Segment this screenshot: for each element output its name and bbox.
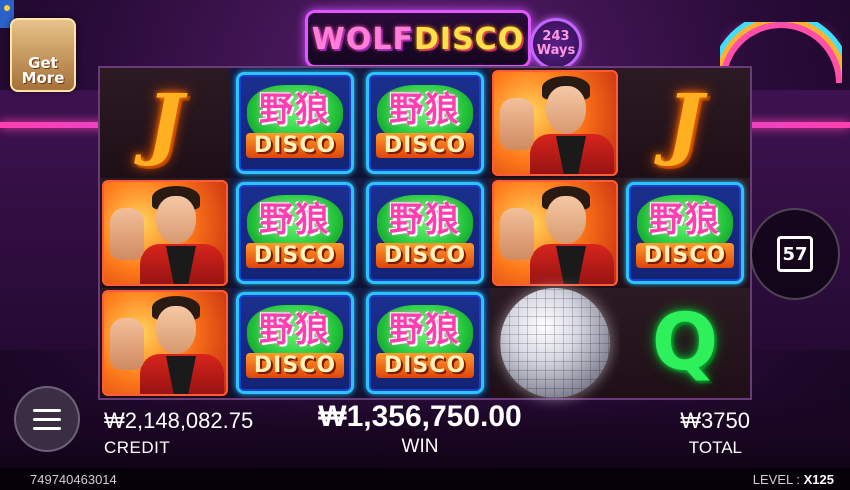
reel-cell: 野狼 DISCO	[360, 68, 490, 178]
reel-cell	[490, 178, 620, 288]
reel-cell: 野狼 DISCO	[360, 288, 490, 398]
symbol-j: J	[146, 77, 184, 169]
reel-cell: 野狼 DISCO	[230, 288, 360, 398]
man-hand-shape	[500, 98, 534, 150]
total-bet-value[interactable]: ₩3750	[660, 408, 750, 434]
symbol-wild-disco: 野狼 DISCO	[366, 292, 484, 394]
logo-wolf: WOLF	[311, 21, 414, 57]
reel-cell	[100, 178, 230, 288]
total-bet-label: TOTAL	[688, 438, 742, 457]
ways-badge: 243 Ways	[530, 18, 582, 70]
symbol-disco-ball	[500, 288, 610, 398]
symbol-singer	[492, 180, 618, 286]
wild-disco-text: DISCO	[245, 243, 345, 268]
ways-number: 243	[542, 29, 570, 44]
menu-line-icon	[33, 426, 61, 430]
wild-disco-text: DISCO	[375, 133, 475, 158]
level-value: X125	[803, 472, 834, 487]
reel-cell: 野狼 DISCO	[230, 178, 360, 288]
man-hand-shape	[110, 208, 144, 260]
symbol-wild-disco: 野狼 DISCO	[626, 182, 744, 284]
wild-chinese-text: 野狼	[389, 310, 461, 350]
symbol-wild-disco: 野狼 DISCO	[366, 72, 484, 174]
menu-button[interactable]	[14, 386, 80, 452]
level-indicator: LEVEL : X125	[753, 472, 834, 487]
symbol-wild-disco: 野狼 DISCO	[236, 72, 354, 174]
logo-text: WOLFDISCO	[312, 22, 524, 57]
round-id: 749740463014	[30, 472, 117, 487]
symbol-wild-disco: 野狼 DISCO	[236, 292, 354, 394]
game-logo: WOLFDISCO	[305, 10, 531, 68]
symbol-singer	[102, 290, 228, 396]
reel-cell	[490, 68, 620, 178]
logo-disco: DISCO	[414, 21, 525, 57]
symbol-singer	[492, 70, 618, 176]
reel-cell: 野狼 DISCO	[620, 178, 750, 288]
level-label: LEVEL :	[752, 472, 800, 487]
reel-grid: J 野狼 DISCO 野狼 DISCO J 野狼 DISCO 野狼 DISCO 野狼 DISCO 野狼 D…	[98, 66, 752, 400]
man-head-shape	[156, 306, 196, 354]
man-head-shape	[156, 196, 196, 244]
get-more-button[interactable]: Get More	[10, 18, 76, 92]
wild-chinese-text: 野狼	[259, 310, 331, 350]
man-hand-shape	[110, 318, 144, 370]
reel-cell: J	[100, 68, 230, 178]
background-left-wall	[0, 90, 112, 350]
counter-value: 57	[777, 236, 813, 272]
symbol-singer	[102, 180, 228, 286]
get-more-label: Get More	[22, 56, 65, 90]
wild-chinese-text: 野狼	[259, 90, 331, 130]
reel-cell: 野狼 DISCO	[230, 68, 360, 178]
reel-cell: 野狼 DISCO	[360, 178, 490, 288]
wild-disco-text: DISCO	[635, 243, 735, 268]
wild-chinese-text: 野狼	[259, 200, 331, 240]
wild-chinese-text: 野狼	[649, 200, 721, 240]
wild-chinese-text: 野狼	[389, 90, 461, 130]
man-hand-shape	[500, 208, 534, 260]
win-value: ₩1,356,750.00	[318, 400, 522, 433]
wild-disco-text: DISCO	[245, 133, 345, 158]
symbol-wild-disco: 野狼 DISCO	[366, 182, 484, 284]
symbol-j: J	[666, 77, 704, 169]
credit-label: CREDIT	[104, 438, 171, 457]
wild-disco-text: DISCO	[375, 243, 475, 268]
wild-chinese-text: 野狼	[389, 200, 461, 240]
get-more-line2: More	[21, 69, 65, 87]
credit-value: ₩2,148,082.75	[104, 408, 254, 433]
reel-cell	[100, 288, 230, 398]
win-label: WIN	[401, 436, 439, 457]
reel-cell: Q	[620, 288, 750, 398]
symbol-q: Q	[651, 298, 719, 388]
menu-line-icon	[33, 417, 61, 421]
menu-line-icon	[33, 408, 61, 412]
footer-bar	[0, 468, 850, 490]
free-spin-counter[interactable]: 57	[750, 208, 840, 300]
man-head-shape	[546, 86, 586, 134]
man-head-shape	[546, 196, 586, 244]
wild-disco-text: DISCO	[245, 353, 345, 378]
reel-cell	[490, 288, 620, 398]
ways-label: Ways	[536, 43, 576, 58]
symbol-wild-disco: 野狼 DISCO	[236, 182, 354, 284]
reel-cell: J	[620, 68, 750, 178]
wild-disco-text: DISCO	[375, 353, 475, 378]
